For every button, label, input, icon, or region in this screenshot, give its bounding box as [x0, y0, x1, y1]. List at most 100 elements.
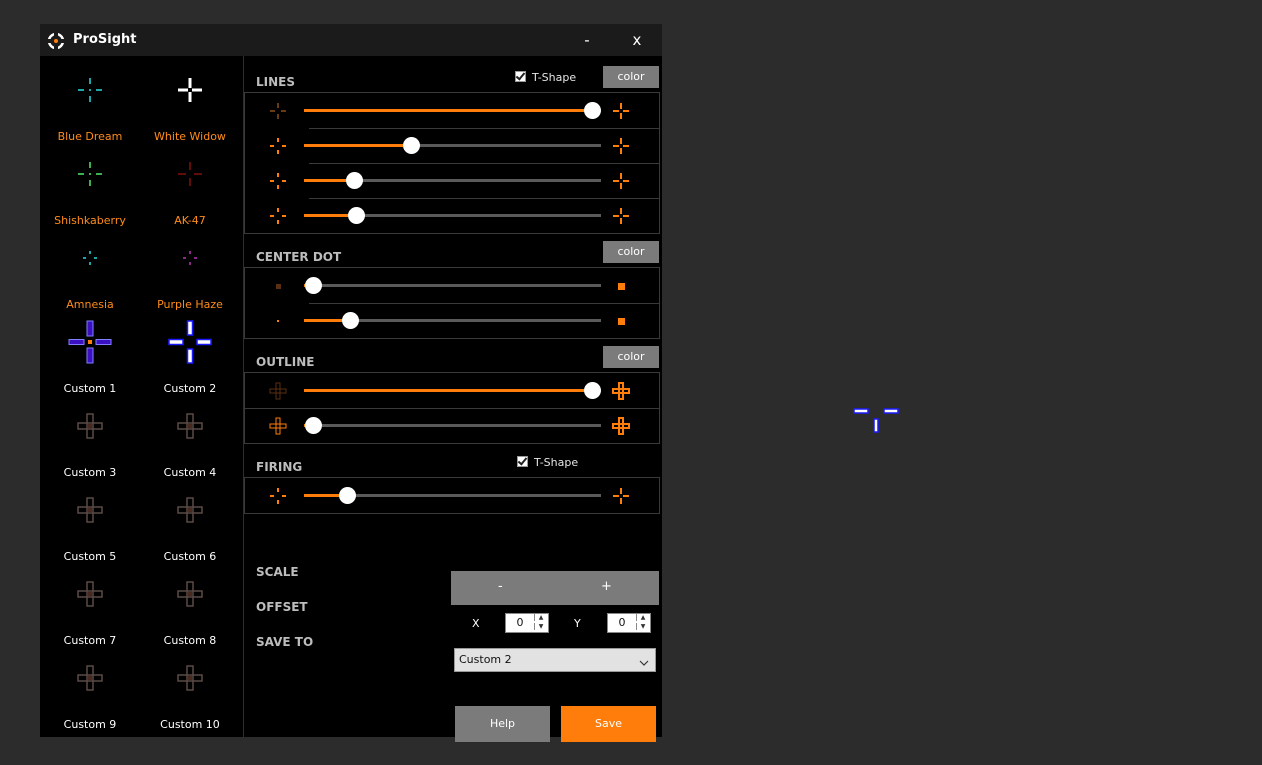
- preset-label: Custom 2: [163, 382, 217, 395]
- slider-thumb[interactable]: [347, 207, 365, 224]
- offset-y-spinner[interactable]: 0 ▲ ▼: [607, 613, 651, 633]
- save-button[interactable]: Save: [561, 706, 656, 742]
- minimize-button[interactable]: -: [572, 28, 602, 52]
- slider-thumb[interactable]: [402, 137, 420, 154]
- preset-custom-1[interactable]: Custom 1: [40, 316, 140, 400]
- lines-tshape-checkbox[interactable]: T-Shape: [515, 71, 576, 84]
- preset-label: AK-47: [174, 214, 206, 227]
- center-dot-section-title: CENTER DOT: [256, 250, 342, 264]
- slider-track[interactable]: [304, 382, 602, 399]
- slider-min-icon: [267, 170, 289, 196]
- slider-track[interactable]: [304, 172, 601, 189]
- slider-min-icon: [267, 205, 289, 231]
- preset-custom-10[interactable]: Custom 10: [140, 652, 240, 736]
- preset-amnesia[interactable]: Amnesia: [40, 232, 140, 316]
- preset-blue-dream[interactable]: Blue Dream: [40, 64, 140, 148]
- close-button[interactable]: x: [622, 28, 652, 52]
- slider-max-icon: [610, 485, 632, 511]
- scale-increase-button[interactable]: +: [601, 579, 612, 594]
- offset-x-spinner[interactable]: 0 ▲ ▼: [505, 613, 549, 633]
- slider-min-icon: [267, 380, 289, 406]
- crosshair-icon: [66, 318, 114, 370]
- help-button[interactable]: Help: [455, 706, 550, 742]
- preset-custom-7[interactable]: Custom 7: [40, 568, 140, 652]
- center-dot-color-button[interactable]: color: [603, 241, 659, 263]
- preset-custom-8[interactable]: Custom 8: [140, 568, 240, 652]
- prosight-window: ProSight - x Blue Dream White Widow Shishk…: [40, 24, 662, 742]
- row-divider: [309, 198, 659, 199]
- preset-label: Custom 9: [63, 718, 117, 731]
- preset-label: Custom 10: [160, 718, 220, 731]
- save-to-select[interactable]: Custom 2: [454, 648, 656, 672]
- slider-fill: [304, 109, 593, 112]
- slider-track[interactable]: [304, 417, 601, 434]
- firing-section-title: FIRING: [256, 460, 303, 474]
- outline-color-button[interactable]: color: [603, 346, 659, 368]
- crosshair-icon: [66, 234, 114, 286]
- preset-label: Purple Haze: [157, 298, 223, 311]
- crosshair-icon: [166, 150, 214, 202]
- offset-x-label: X: [472, 617, 480, 630]
- slider-thumb[interactable]: [584, 102, 602, 119]
- slider-track[interactable]: [304, 312, 601, 329]
- crosshair-icon: [166, 402, 214, 454]
- scale-decrease-button[interactable]: -: [498, 579, 503, 594]
- preset-custom-9[interactable]: Custom 9: [40, 652, 140, 736]
- crosshair-icon: [66, 570, 114, 622]
- title-bar[interactable]: ProSight - x: [40, 24, 662, 56]
- preset-shishkaberry[interactable]: Shishkaberry: [40, 148, 140, 232]
- spinner-up-icon[interactable]: ▲: [534, 614, 547, 621]
- preset-white-widow[interactable]: White Widow: [140, 64, 240, 148]
- slider-track[interactable]: [304, 487, 601, 504]
- crosshair-icon: [166, 66, 214, 118]
- crosshair-icon: [66, 402, 114, 454]
- crosshair-icon: [166, 318, 214, 370]
- preset-label: Custom 8: [163, 634, 217, 647]
- preset-custom-2[interactable]: Custom 2: [140, 316, 240, 400]
- firing-tshape-label: T-Shape: [534, 456, 579, 469]
- center-dot-slider-row-1: [245, 268, 659, 303]
- lines-color-button[interactable]: color: [603, 66, 659, 88]
- preset-custom-3[interactable]: Custom 3: [40, 400, 140, 484]
- preset-label: Custom 5: [63, 550, 117, 563]
- slider-track[interactable]: [304, 102, 602, 119]
- outline-section-title: OUTLINE: [256, 355, 315, 369]
- slider-thumb[interactable]: [304, 417, 322, 434]
- offset-label: OFFSET: [256, 600, 308, 614]
- slider-track[interactable]: [304, 277, 601, 294]
- outline-slider-group: [244, 372, 660, 444]
- crosshair-icon: [166, 654, 214, 706]
- slider-thumb[interactable]: [342, 312, 360, 329]
- preset-label: White Widow: [154, 130, 226, 143]
- preset-label: Custom 6: [163, 550, 217, 563]
- save-to-selected-value: Custom 2: [459, 653, 512, 666]
- slider-max-icon: [610, 310, 632, 336]
- lines-tshape-label: T-Shape: [532, 71, 577, 84]
- slider-thumb[interactable]: [584, 382, 602, 399]
- slider-min-icon: [267, 100, 289, 126]
- spinner-up-icon[interactable]: ▲: [636, 614, 649, 621]
- crosshair-overlay-preview: [853, 408, 901, 440]
- preset-custom-4[interactable]: Custom 4: [140, 400, 240, 484]
- slider-track[interactable]: [304, 137, 601, 154]
- firing-slider-group: [244, 477, 660, 514]
- slider-track[interactable]: [304, 207, 601, 224]
- firing-tshape-checkbox[interactable]: T-Shape: [517, 456, 578, 469]
- slider-fill: [304, 144, 411, 147]
- preset-label: Custom 1: [63, 382, 117, 395]
- center-dot-slider-row-2: [245, 303, 659, 338]
- slider-thumb[interactable]: [304, 277, 322, 294]
- preset-purple-haze[interactable]: Purple Haze: [140, 232, 240, 316]
- slider-max-icon: [610, 135, 632, 161]
- preset-ak-47[interactable]: AK-47: [140, 148, 240, 232]
- preset-custom-5[interactable]: Custom 5: [40, 484, 140, 568]
- app-title: ProSight: [73, 32, 137, 47]
- spinner-down-icon[interactable]: ▼: [534, 623, 547, 630]
- spinner-down-icon[interactable]: ▼: [636, 623, 649, 630]
- lines-section-title: LINES: [256, 75, 295, 89]
- slider-thumb[interactable]: [346, 172, 364, 189]
- row-divider: [245, 408, 659, 409]
- slider-thumb[interactable]: [339, 487, 357, 504]
- preset-custom-6[interactable]: Custom 6: [140, 484, 240, 568]
- lines-slider-row-1: [245, 93, 659, 128]
